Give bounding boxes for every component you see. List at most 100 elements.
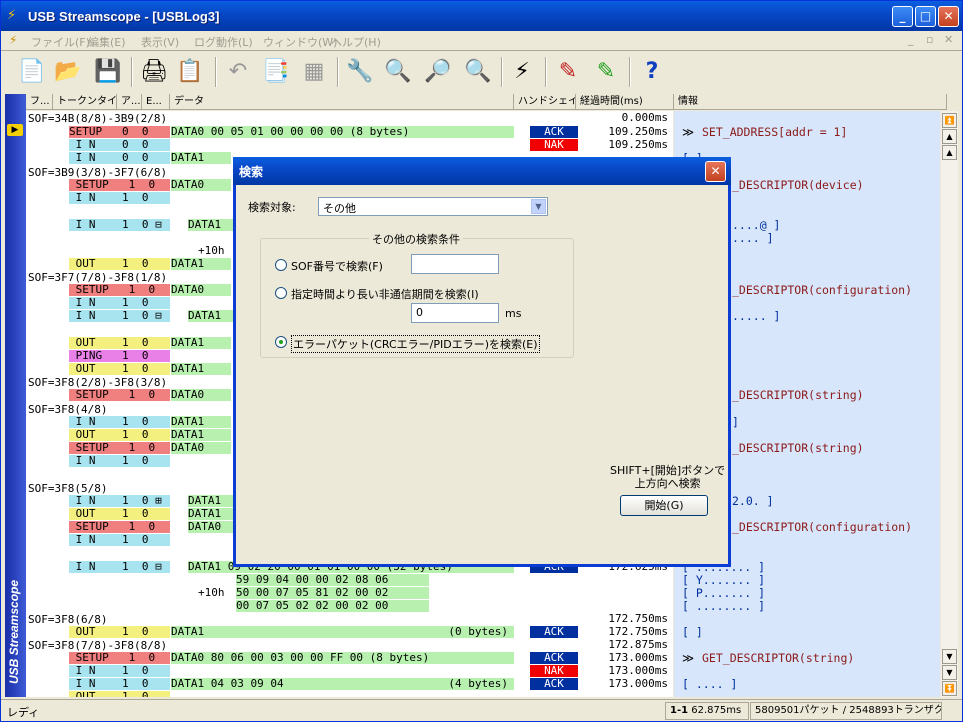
idle-option-label[interactable]: 指定時間より長い非通信期間を検索(I): [291, 286, 479, 302]
token-setup[interactable]: SETUP 1 0: [69, 652, 170, 664]
data-cell[interactable]: DATA1 (0 bytes): [171, 626, 514, 638]
scroll-page-down-icon[interactable]: ▼: [942, 665, 957, 680]
mdi-close-icon[interactable]: ✕: [944, 33, 959, 48]
sof-option-label[interactable]: SOF番号で検索(F): [291, 258, 383, 274]
data-cell[interactable]: DATA1: [188, 219, 233, 231]
token-ping[interactable]: PING 1 0: [69, 350, 170, 362]
filter-icon[interactable]: 🔧: [343, 55, 377, 89]
error-option-label[interactable]: エラーパケット(CRCエラー/PIDエラー)を検索(E): [291, 335, 540, 353]
data-cell[interactable]: DATA1: [171, 152, 231, 164]
idle-radio[interactable]: [275, 287, 287, 299]
vertical-scrollbar[interactable]: ⏫ ▲ ▲ ▼ ▼ ⏬: [941, 111, 958, 697]
data-cell[interactable]: DATA0: [171, 179, 231, 191]
token-out[interactable]: OUT 1 0: [69, 691, 170, 697]
token-out[interactable]: OUT 1 0: [69, 626, 170, 638]
menu-edit[interactable]: 編集(E): [88, 34, 126, 50]
token-in[interactable]: I N 1 0: [69, 192, 170, 204]
target-select[interactable]: その他 ▼: [318, 197, 548, 216]
col-elapsed[interactable]: 経過時間(ms): [576, 94, 674, 110]
sof-radio[interactable]: [275, 259, 287, 271]
new-icon[interactable]: 📄: [15, 55, 49, 89]
scroll-top-icon[interactable]: ⏫: [942, 113, 957, 128]
data-cell[interactable]: DATA1: [188, 495, 233, 507]
token-setup[interactable]: SETUP 0 0: [69, 126, 170, 138]
find-next-icon[interactable]: 🔎: [421, 55, 455, 89]
token-in[interactable]: I N 1 0: [69, 534, 170, 546]
open-icon[interactable]: 📂: [51, 55, 85, 89]
mdi-restore-icon[interactable]: ▫: [926, 33, 941, 48]
token-in[interactable]: I N 1 0: [69, 665, 170, 677]
dialog-close-button[interactable]: ✕: [705, 161, 726, 182]
data-cell[interactable]: DATA1: [171, 258, 231, 270]
token-out[interactable]: OUT 1 0: [69, 363, 170, 375]
start-capture-icon[interactable]: ✎: [551, 55, 585, 89]
data-cell[interactable]: DATA1: [171, 337, 231, 349]
token-setup[interactable]: SETUP 1 0: [69, 179, 170, 191]
help-icon[interactable]: ?: [635, 55, 669, 89]
save-icon[interactable]: 💾: [91, 55, 125, 89]
col-endpoint[interactable]: E...: [142, 94, 170, 110]
token-in[interactable]: I N 1 0 ⊞: [69, 495, 170, 507]
mdi-minimize-icon[interactable]: _: [908, 33, 923, 48]
data-cell[interactable]: DATA0 80 06 00 03 00 00 FF 00 (8 bytes): [171, 652, 514, 664]
menu-window[interactable]: ウィンドウ(W): [263, 34, 337, 50]
data-cell[interactable]: DATA1: [188, 508, 233, 520]
token-out[interactable]: OUT 1 0: [69, 508, 170, 520]
paste-icon[interactable]: ▦: [297, 55, 331, 89]
menu-file[interactable]: ファイル(F): [31, 34, 90, 50]
token-in[interactable]: I N 1 0: [69, 416, 170, 428]
sof-row[interactable]: SOF=34B(8/8)-3B9(2/8): [28, 112, 167, 125]
start-button[interactable]: 開始(G): [620, 495, 708, 516]
token-in[interactable]: I N 1 0: [69, 297, 170, 309]
scroll-page-up-icon[interactable]: ▲: [942, 129, 957, 144]
token-out[interactable]: OUT 1 0: [69, 337, 170, 349]
token-setup[interactable]: SETUP 1 0: [69, 284, 170, 296]
col-data[interactable]: データ: [170, 94, 514, 110]
data-cell[interactable]: DATA1: [171, 429, 231, 441]
col-info[interactable]: 情報: [674, 94, 947, 110]
trigger-icon[interactable]: ⚡: [505, 55, 539, 89]
document-icon[interactable]: ⚡: [9, 33, 25, 49]
token-in[interactable]: I N 1 0: [69, 455, 170, 467]
print-preview-icon[interactable]: 📋: [173, 55, 207, 89]
data-cell[interactable]: DATA1 04 03 09 04 (4 bytes): [171, 678, 514, 690]
data-cell[interactable]: DATA0: [171, 284, 231, 296]
token-out[interactable]: OUT 1 0: [69, 258, 170, 270]
print-icon[interactable]: 🖨: [137, 55, 171, 89]
stop-capture-icon[interactable]: ✎: [589, 55, 623, 89]
chevron-down-icon[interactable]: ▼: [531, 199, 546, 214]
menu-log[interactable]: ログ動作(L): [194, 34, 253, 50]
token-in[interactable]: I N 1 0 ⊟: [69, 219, 170, 231]
scroll-bottom-icon[interactable]: ⏬: [942, 681, 957, 696]
col-frame[interactable]: フ...: [26, 94, 53, 110]
maximize-button[interactable]: □: [915, 6, 936, 27]
token-in[interactable]: I N 1 0 ⊟: [69, 310, 170, 322]
token-in[interactable]: I N 1 0 ⊟: [69, 561, 170, 573]
data-cell[interactable]: DATA0 00 05 01 00 00 00 00 (8 bytes): [171, 126, 514, 138]
data-cell[interactable]: DATA0: [171, 442, 231, 454]
undo-icon[interactable]: ↶: [221, 55, 255, 89]
copy-icon[interactable]: 📑: [259, 55, 293, 89]
data-cell[interactable]: DATA1: [188, 310, 233, 322]
token-setup[interactable]: SETUP 1 0: [69, 442, 170, 454]
scroll-up-icon[interactable]: ▲: [942, 145, 957, 160]
close-button[interactable]: ✕: [938, 6, 959, 27]
data-cell[interactable]: DATA1: [171, 416, 231, 428]
token-in[interactable]: I N 1 0: [69, 678, 170, 690]
col-handshake[interactable]: ハンドシェイク: [514, 94, 576, 110]
token-in[interactable]: I N 0 0: [69, 152, 170, 164]
minimize-button[interactable]: _: [892, 6, 913, 27]
col-address[interactable]: ア...: [117, 94, 142, 110]
find-icon[interactable]: 🔍: [381, 55, 415, 89]
data-cell[interactable]: DATA0: [188, 521, 233, 533]
token-out[interactable]: OUT 1 0: [69, 429, 170, 441]
data-cell[interactable]: DATA0: [171, 389, 231, 401]
data-cell[interactable]: DATA1: [171, 363, 231, 375]
sof-number-input[interactable]: [411, 254, 499, 274]
token-setup[interactable]: SETUP 1 0: [69, 521, 170, 533]
menu-view[interactable]: 表示(V): [141, 34, 179, 50]
col-token-type[interactable]: トークンタイプ: [53, 94, 117, 110]
error-radio[interactable]: [275, 336, 287, 348]
token-in[interactable]: I N 0 0: [69, 139, 170, 151]
token-setup[interactable]: SETUP 1 0: [69, 389, 170, 401]
